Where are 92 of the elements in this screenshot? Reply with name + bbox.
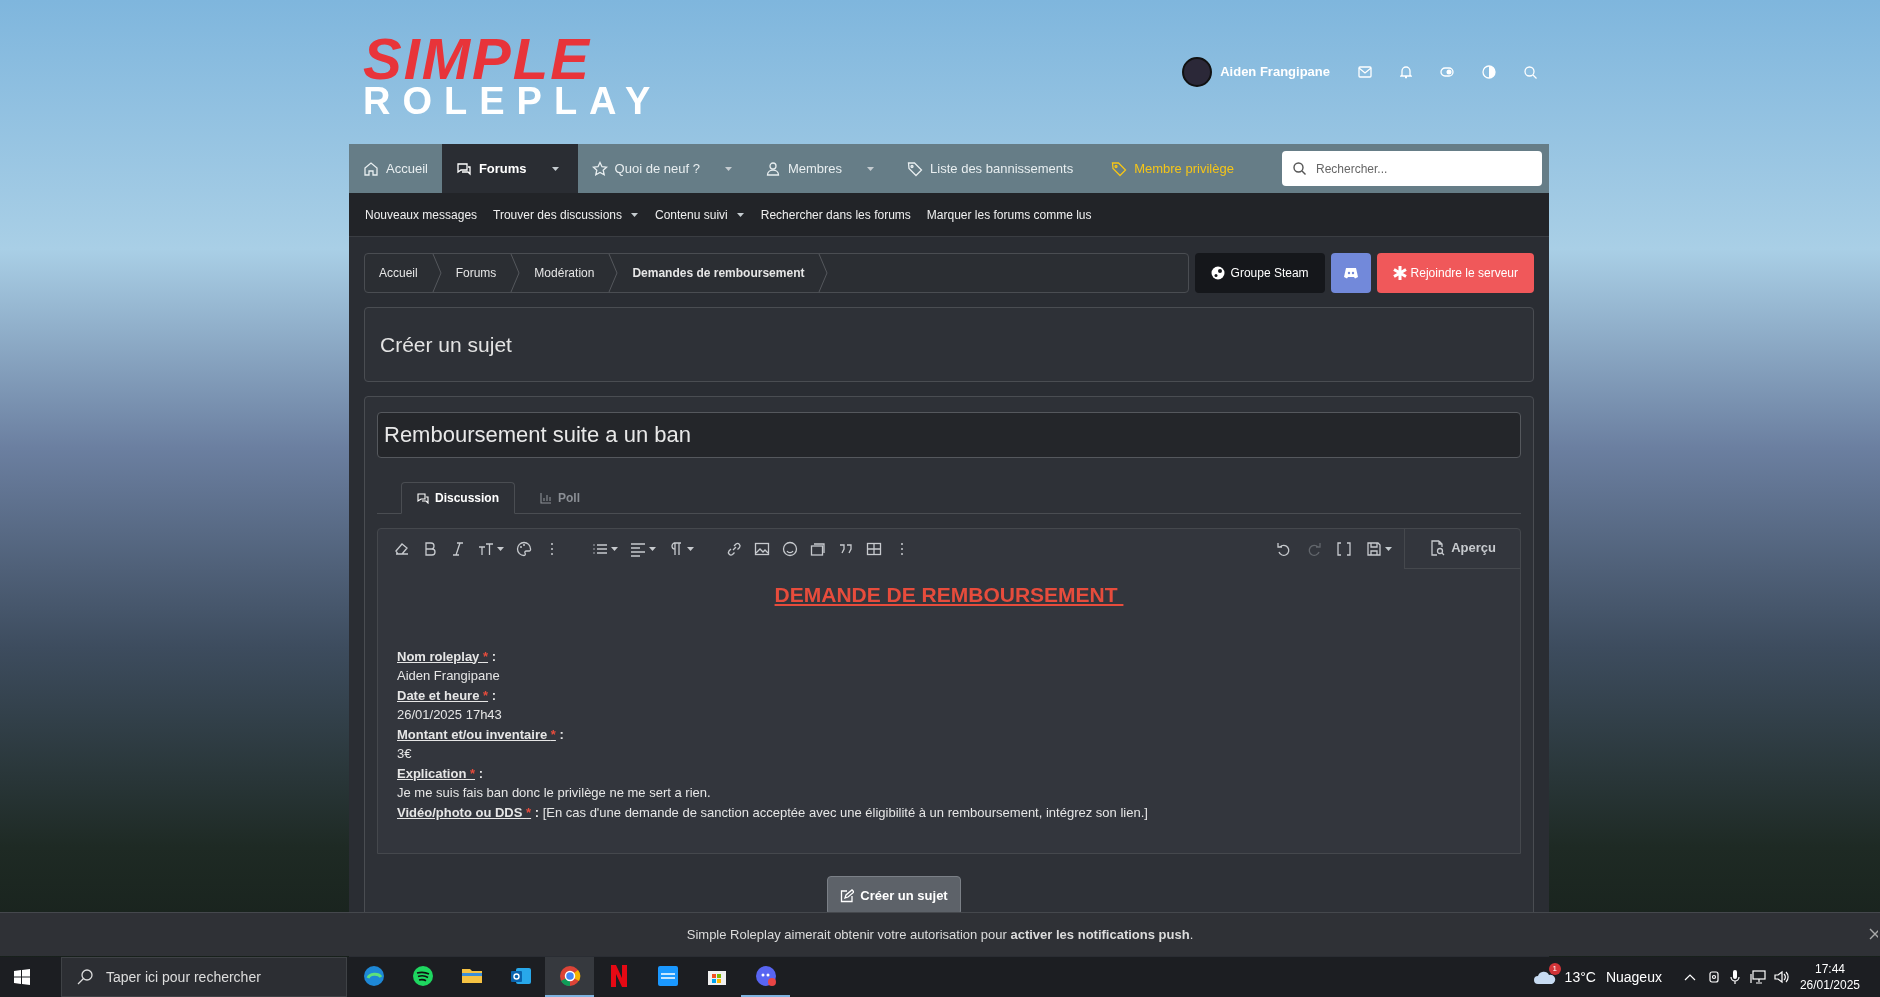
caret-icon[interactable] bbox=[686, 544, 694, 553]
preview-button[interactable]: Aperçu bbox=[1404, 528, 1520, 569]
field-label: Montant et/ou inventaire * : bbox=[397, 725, 565, 744]
palette-icon[interactable] bbox=[516, 540, 532, 557]
caret-icon[interactable] bbox=[630, 210, 639, 219]
subnav-link[interactable]: Trouver des discussions bbox=[493, 205, 622, 224]
chat-bubbles-icon bbox=[417, 491, 429, 504]
home-icon bbox=[363, 160, 379, 177]
video-app-icon bbox=[655, 964, 680, 988]
field-value: 26/01/2025 17h43 bbox=[397, 706, 503, 725]
steam-icon bbox=[1210, 266, 1225, 280]
taskbar-search-field[interactable]: Taper ici pour rechercher bbox=[61, 957, 347, 997]
chevron-up-icon[interactable] bbox=[1683, 973, 1696, 981]
person-icon bbox=[764, 160, 781, 177]
save-icon[interactable] bbox=[1366, 540, 1383, 557]
edit-icon bbox=[840, 888, 855, 903]
field-value: Je me suis fais ban donc le privilège ne me sert a rien. bbox=[397, 784, 712, 803]
field-value: Aiden Frangipane bbox=[397, 667, 501, 686]
nav-tab[interactable]: Liste des bannissements bbox=[893, 144, 1088, 193]
chat-app-icon bbox=[753, 964, 778, 988]
field-label: Nom roleplay * : bbox=[397, 647, 497, 666]
toggle-icon[interactable] bbox=[1440, 67, 1454, 77]
taskbar-app-button[interactable] bbox=[545, 957, 594, 997]
page-title: Créer un sujet bbox=[380, 331, 512, 358]
caret-icon[interactable] bbox=[648, 544, 656, 553]
search-icon bbox=[77, 969, 93, 985]
field-label: Explication * : bbox=[397, 764, 484, 783]
search-field[interactable]: Rechercher... bbox=[1282, 151, 1542, 186]
tag-icon bbox=[1111, 160, 1128, 177]
breadcrumb-link[interactable]: Modération bbox=[520, 264, 609, 282]
cloud-icon[interactable] bbox=[1532, 969, 1557, 985]
caret-icon[interactable] bbox=[610, 544, 618, 553]
windows-icon[interactable] bbox=[14, 969, 30, 985]
brackets-icon[interactable] bbox=[1336, 540, 1353, 557]
music-app-icon bbox=[410, 964, 435, 988]
bar-chart-icon bbox=[540, 491, 553, 504]
caret-icon[interactable] bbox=[550, 164, 560, 173]
create-thread-button[interactable]: Créer un sujet bbox=[827, 876, 961, 915]
field-label: Date et heure * : bbox=[397, 686, 497, 705]
microphone-icon[interactable] bbox=[1729, 969, 1740, 985]
notification-message: Simple Roleplay aimerait obtenir votre autorisation pour activer les notifications push. bbox=[686, 925, 1194, 944]
media-icon[interactable] bbox=[810, 540, 826, 557]
link-icon[interactable] bbox=[726, 540, 742, 557]
nav-tab[interactable]: Membres bbox=[750, 144, 894, 193]
caret-icon[interactable] bbox=[735, 210, 745, 219]
notification-badge: 1 bbox=[1548, 963, 1561, 975]
browser-icon bbox=[557, 964, 582, 988]
subnav-link[interactable]: Contenu suivi bbox=[655, 205, 728, 224]
caret-icon[interactable] bbox=[496, 544, 504, 553]
table-icon[interactable] bbox=[866, 540, 882, 557]
close-icon[interactable] bbox=[1868, 928, 1878, 940]
camera-icon[interactable] bbox=[1707, 970, 1720, 984]
title-input-field[interactable]: Remboursement suite a un ban bbox=[377, 412, 1521, 458]
document-search-icon bbox=[1429, 540, 1446, 557]
nav-tab[interactable]: Forums bbox=[441, 144, 578, 193]
caret-icon[interactable] bbox=[1384, 544, 1393, 553]
align-icon[interactable] bbox=[630, 540, 646, 557]
field-value: 3€ bbox=[397, 745, 413, 764]
breadcrumb-link[interactable]: Demandes de remboursement bbox=[618, 264, 819, 282]
discord-button[interactable] bbox=[1330, 253, 1371, 293]
game-controller-icon bbox=[1342, 267, 1359, 279]
nav-tab[interactable]: Accueil bbox=[349, 144, 442, 193]
subnav-link[interactable]: Rechercher dans les forums bbox=[760, 205, 911, 224]
browser-icon bbox=[361, 964, 386, 988]
document-heading: DEMANDE DE REMBOURSEMENT bbox=[773, 581, 1119, 608]
breadcrumb-link[interactable]: Accueil bbox=[365, 264, 432, 282]
speaker-icon[interactable] bbox=[1773, 970, 1790, 984]
editor-tab[interactable]: Poll bbox=[525, 481, 596, 514]
bold-icon[interactable] bbox=[422, 540, 438, 557]
smiley-icon[interactable] bbox=[782, 540, 798, 557]
search-icon bbox=[1293, 162, 1306, 175]
chat-bubbles-icon bbox=[455, 160, 472, 177]
subnav-link[interactable]: Nouveaux messages bbox=[365, 205, 478, 224]
weather-text: Nuageux bbox=[1605, 967, 1662, 987]
clock-time: 17:44 bbox=[1814, 961, 1845, 977]
network-icon[interactable] bbox=[1749, 970, 1766, 984]
temperature-text: 13°C bbox=[1564, 967, 1596, 987]
pilcrow-icon[interactable] bbox=[668, 540, 684, 557]
asterisk-icon bbox=[1392, 266, 1407, 280]
star-icon bbox=[591, 160, 608, 177]
steam-group-button[interactable]: Groupe Steam bbox=[1194, 253, 1325, 293]
nav-tab[interactable]: Quoi de neuf ? bbox=[577, 144, 751, 193]
tag-icon bbox=[907, 160, 924, 177]
editor-tab[interactable]: Discussion bbox=[401, 481, 516, 514]
field-label-with-value: Vidéo/photo ou DDS * : [En cas d'une demande de sanction acceptée avec une éligibilité à un remboursement, intégrez son lien.] bbox=[397, 803, 1149, 822]
font-size-icon[interactable] bbox=[478, 540, 494, 557]
image-icon[interactable] bbox=[754, 540, 770, 557]
breadcrumb-link[interactable]: Forums bbox=[441, 264, 511, 282]
italic-icon[interactable] bbox=[450, 540, 466, 557]
rich-text-editor[interactable] bbox=[377, 527, 1521, 854]
clock-date: 26/01/2025 bbox=[1799, 977, 1860, 993]
subnav-link[interactable]: Marquer les forums comme lus bbox=[926, 205, 1092, 224]
